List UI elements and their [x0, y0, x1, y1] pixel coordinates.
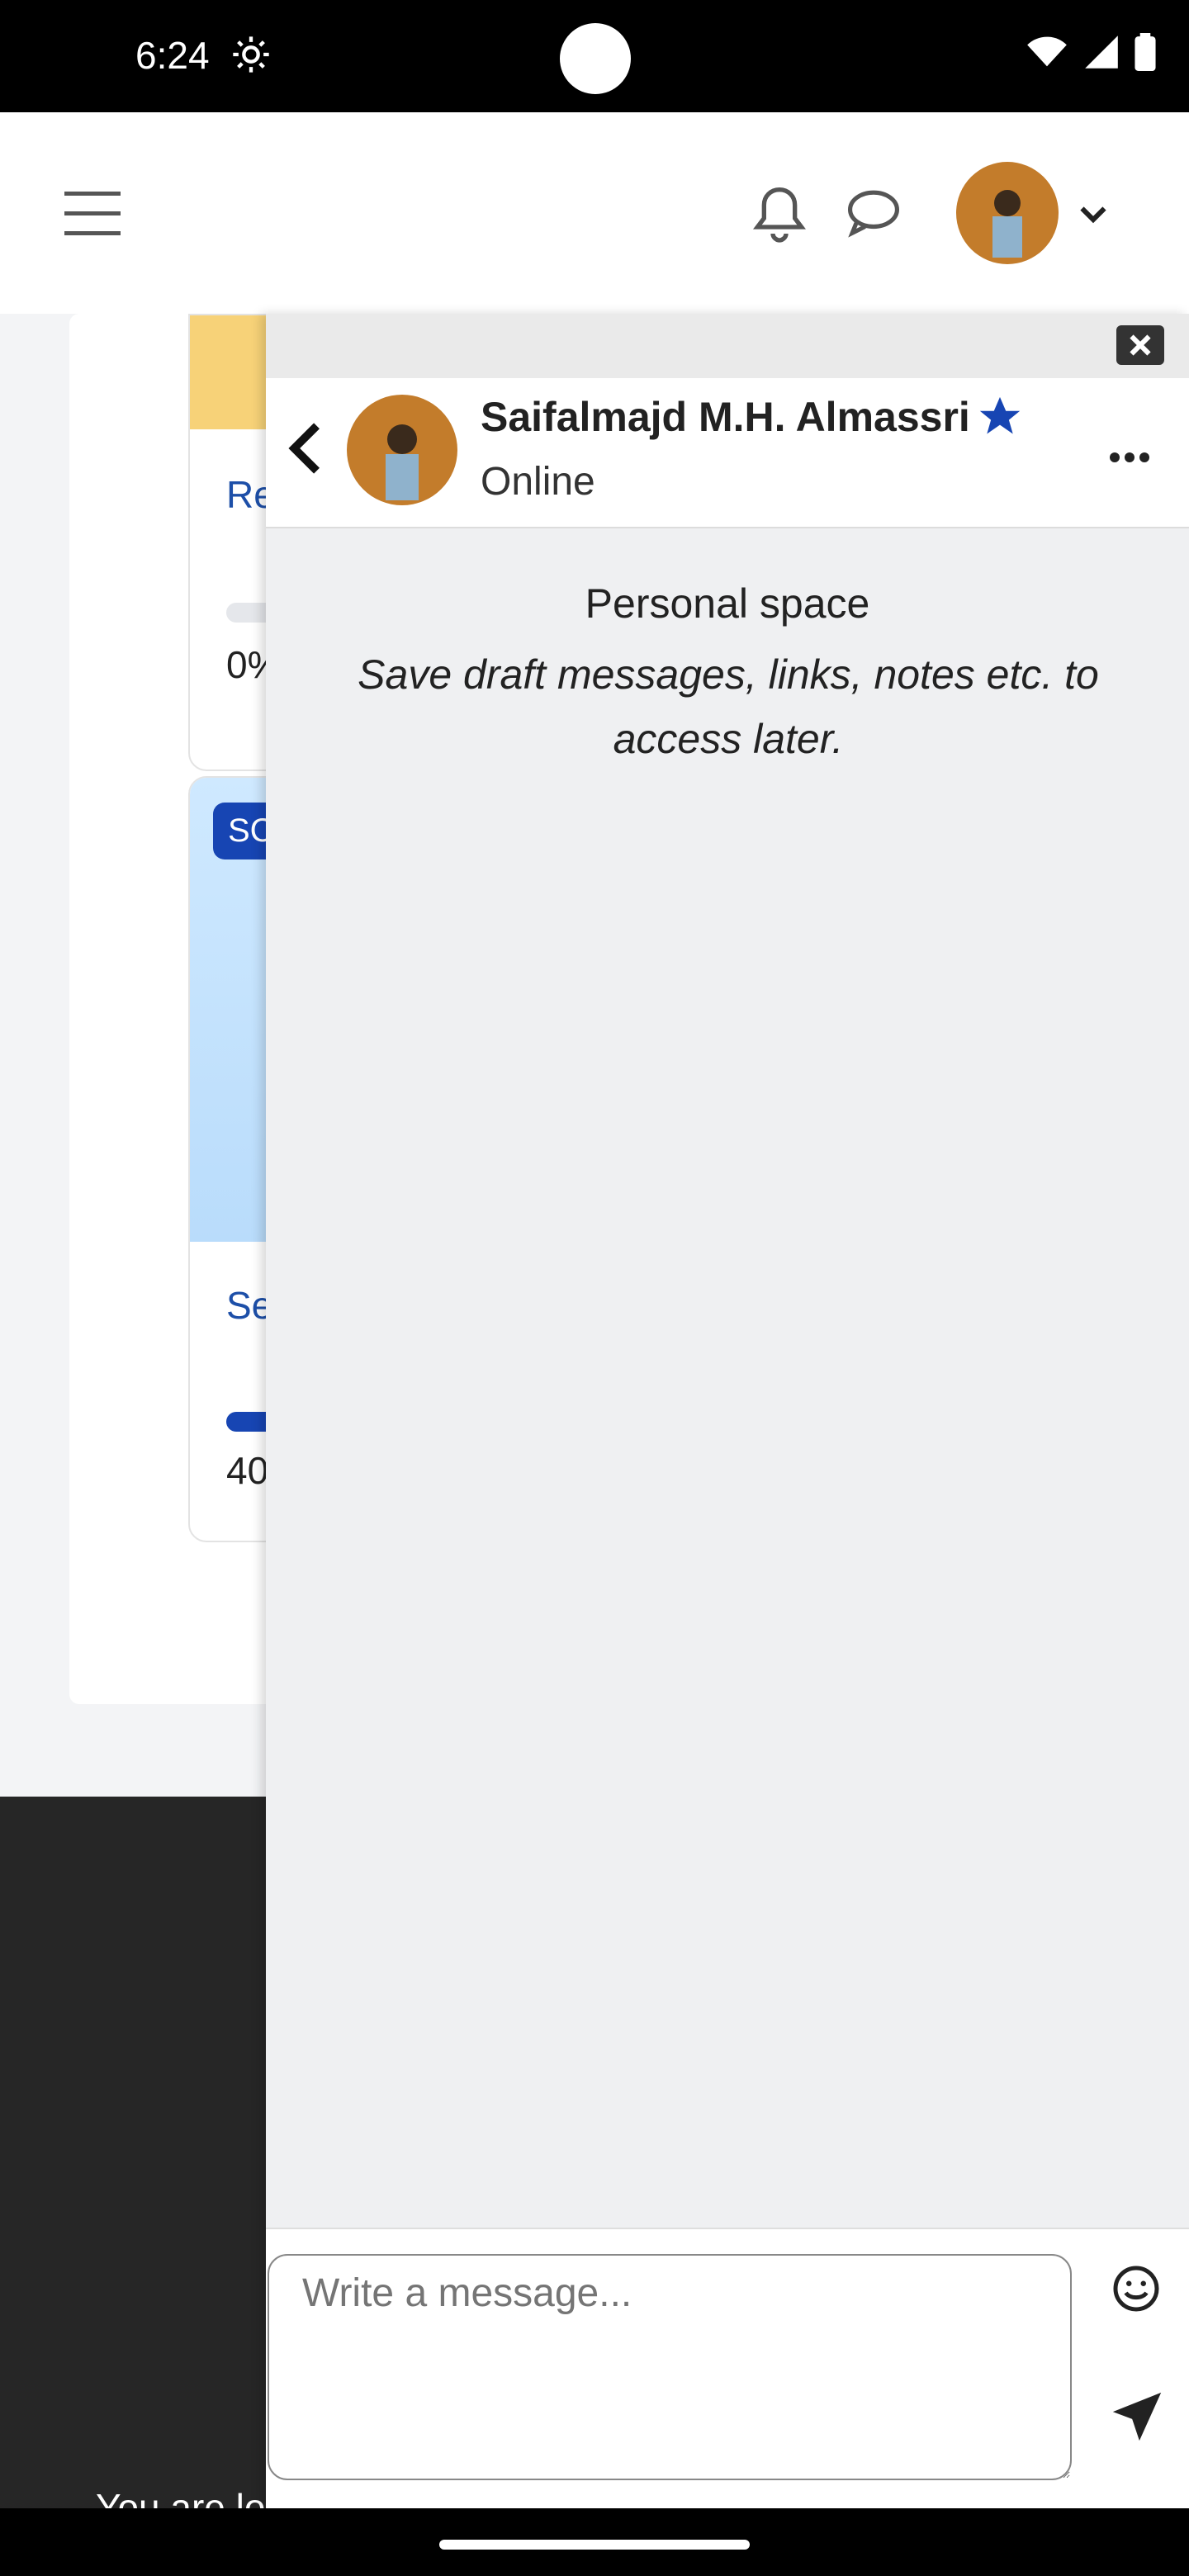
messages-chat-icon[interactable]: [846, 188, 902, 239]
status-time: 6:24: [135, 34, 210, 77]
battery-icon: [1135, 33, 1156, 71]
personal-space-title: Personal space: [585, 580, 870, 627]
status-icons: [1026, 33, 1156, 71]
close-drawer-button[interactable]: [1116, 325, 1164, 365]
message-composer: [266, 2228, 1189, 2510]
back-chevron-icon[interactable]: [284, 419, 324, 477]
chevron-down-icon[interactable]: [1078, 205, 1108, 225]
camera-cutout: [560, 23, 631, 94]
message-input[interactable]: [268, 2254, 1072, 2480]
hamburger-menu-icon[interactable]: [64, 192, 121, 236]
message-drawer: Saifalmajd M.H. Almassri Online Personal…: [266, 314, 1189, 2510]
contact-avatar: [347, 395, 457, 505]
course-progress-text: 40: [226, 1449, 269, 1492]
conversation-header: Saifalmajd M.H. Almassri Online: [266, 378, 1189, 528]
contact-status: Online: [481, 460, 595, 504]
star-icon: [979, 396, 1021, 434]
drawer-topbar: [266, 314, 1189, 378]
top-navigation: [0, 112, 1189, 315]
signal-icon: [1085, 36, 1118, 69]
wifi-icon: [1027, 36, 1067, 67]
user-avatar[interactable]: [956, 162, 1059, 264]
personal-space-description: Save draft messages, links, notes etc. t…: [358, 651, 1099, 762]
contact-name: Saifalmajd M.H. Almassri: [481, 394, 970, 440]
close-icon: [1130, 334, 1151, 356]
home-indicator[interactable]: [439, 2540, 750, 2550]
emoji-icon[interactable]: [1111, 2264, 1161, 2313]
status-bar: 6:24: [0, 0, 1189, 112]
more-options-icon[interactable]: [1108, 451, 1151, 464]
notifications-bell-icon[interactable]: [753, 185, 806, 243]
settings-gear-icon: [233, 36, 269, 73]
send-icon[interactable]: [1108, 2388, 1166, 2446]
